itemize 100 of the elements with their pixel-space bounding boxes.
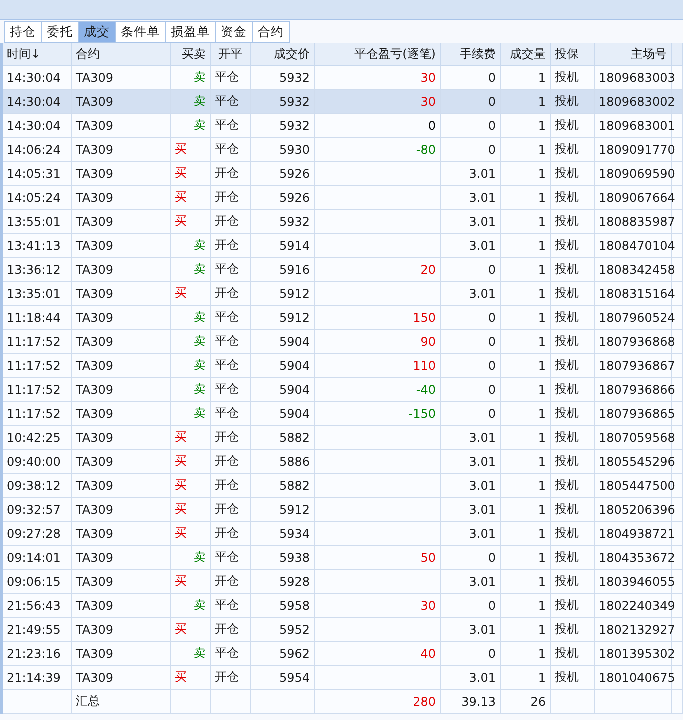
column-header[interactable]: 合约: [72, 43, 170, 66]
tab[interactable]: 条件单: [116, 21, 166, 43]
table-cell: 1: [538, 310, 546, 324]
table-cell: 0: [488, 262, 496, 276]
table-cell: 卖: [194, 646, 206, 660]
table-cell: 3.01: [469, 454, 496, 468]
table-row[interactable]: 11:18:44 TA309 卖 平仓 5912 150 0 1 投机 1807960524: [2, 306, 682, 330]
table-cell: 1: [538, 430, 546, 444]
table-cell: 开仓: [215, 430, 239, 444]
table-row[interactable]: 11:17:52 TA309 卖 平仓 5904 -40 0 1 投机 1807936866: [2, 378, 682, 402]
table-cell: 0: [488, 70, 496, 84]
table-row[interactable]: 09:27:28 TA309 买 开仓 5934 3.01 1 投机 1804938721: [2, 522, 682, 546]
table-cell: 14:30:04: [7, 70, 61, 84]
table-cell: 5904: [279, 382, 310, 396]
table-cell: 280: [413, 694, 436, 708]
table-cell: 14:06:24: [7, 142, 61, 156]
table-row[interactable]: 21:14:39 TA309 买 开仓 5954 3.01 1 投机 1801040675: [2, 666, 682, 690]
table-cell: 卖: [194, 238, 206, 252]
table-cell: 3.01: [469, 478, 496, 492]
table-row[interactable]: 11:17:52 TA309 卖 平仓 5904 -150 0 1 投机 1807936865: [2, 402, 682, 426]
table-row[interactable]: 21:49:55 TA309 买 开仓 5952 3.01 1 投机 1802132927: [2, 618, 682, 642]
table-cell: 卖: [194, 94, 206, 108]
table-row[interactable]: 13:35:01 TA309 买 开仓 5912 3.01 1 投机 1808315164: [2, 282, 682, 306]
column-header[interactable]: 投保: [550, 43, 594, 66]
table-cell: 21:56:43: [7, 598, 61, 612]
table-row[interactable]: 09:32:57 TA309 买 开仓 5912 3.01 1 投机 1805206396: [2, 498, 682, 522]
table-cell: 买: [175, 286, 187, 300]
table-cell: 30: [420, 598, 436, 612]
tab[interactable]: 合约: [253, 21, 290, 43]
column-header[interactable]: 主场号: [594, 43, 672, 66]
table-cell: 买: [175, 526, 187, 540]
table-cell: 平仓: [215, 94, 239, 108]
table-cell: 卖: [194, 358, 206, 372]
table-cell: 1: [538, 118, 546, 132]
table-cell: 1: [538, 574, 546, 588]
table-cell: 开仓: [215, 526, 239, 540]
table-cell: 投机: [555, 334, 579, 348]
table-cell: 1807936865: [599, 406, 676, 420]
tab[interactable]: 资金: [216, 21, 253, 43]
table-cell: 3.01: [469, 286, 496, 300]
table-cell: 1803946055: [599, 574, 676, 588]
table-row[interactable]: 13:41:13 TA309 卖 开仓 5914 3.01 1 投机 1808470104: [2, 234, 682, 258]
table-cell: 5932: [279, 70, 310, 84]
table-cell: 1807960524: [599, 310, 676, 324]
table-row[interactable]: 09:38:12 TA309 买 开仓 5882 3.01 1 投机 1805447500: [2, 474, 682, 498]
table-cell: 30: [420, 94, 436, 108]
table-row[interactable]: 14:06:24 TA309 买 平仓 5930 -80 0 1 投机 1809091770: [2, 138, 682, 162]
table-cell: 投机: [555, 454, 579, 468]
table-cell: 投机: [555, 262, 579, 276]
summary-label: 汇总: [76, 694, 100, 708]
table-cell: TA309: [76, 190, 114, 204]
table-row[interactable]: 11:17:52 TA309 卖 平仓 5904 90 0 1 投机 1807936868: [2, 330, 682, 354]
table-row[interactable]: 09:06:15 TA309 买 开仓 5928 3.01 1 投机 1803946055: [2, 570, 682, 594]
table-cell: 1: [538, 502, 546, 516]
table-cell: 1: [538, 142, 546, 156]
table-cell: 5914: [279, 238, 310, 252]
table-cell: 1805206396: [599, 502, 676, 516]
table-cell: 开仓: [215, 286, 239, 300]
column-header[interactable]: 时间↓: [2, 43, 72, 66]
column-header[interactable]: 成交价: [250, 43, 314, 66]
column-header[interactable]: 平仓盈亏(逐笔): [314, 43, 440, 66]
column-header[interactable]: 开平: [210, 43, 250, 66]
table-row[interactable]: 13:36:12 TA309 卖 平仓 5916 20 0 1 投机 1808342458: [2, 258, 682, 282]
table-cell: 0: [488, 382, 496, 396]
table-cell: 买: [175, 670, 187, 684]
table-row[interactable]: 14:30:04 TA309 卖 平仓 5932 30 0 1 投机 1809683003: [2, 66, 682, 90]
table-cell: 14:30:04: [7, 94, 61, 108]
table-row[interactable]: 13:55:01 TA309 买 开仓 5932 3.01 1 投机 1808835987: [2, 210, 682, 234]
column-header[interactable]: 买卖: [170, 43, 210, 66]
table-cell: TA309: [76, 214, 114, 228]
table-cell: 1809683002: [599, 94, 676, 108]
table-cell: 0: [488, 118, 496, 132]
table-row[interactable]: 09:40:00 TA309 买 开仓 5886 3.01 1 投机 1805545296: [2, 450, 682, 474]
table-cell: 卖: [194, 550, 206, 564]
column-header[interactable]: 手续费: [440, 43, 500, 66]
table-cell: 开仓: [215, 454, 239, 468]
table-cell: 1: [538, 334, 546, 348]
table-row[interactable]: 14:30:04 TA309 卖 平仓 5932 30 0 1 投机 1809683002: [2, 90, 682, 114]
table-row[interactable]: 14:05:31 TA309 买 开仓 5926 3.01 1 投机 1809069590: [2, 162, 682, 186]
table-cell: 09:32:57: [7, 502, 61, 516]
table-cell: 5938: [279, 550, 310, 564]
column-header[interactable]: 成交量: [500, 43, 550, 66]
table-row[interactable]: 21:56:43 TA309 卖 平仓 5958 30 0 1 投机 1802240349: [2, 594, 682, 618]
table-cell: 50: [420, 550, 436, 564]
tab[interactable]: 成交: [79, 21, 116, 43]
table-row[interactable]: 09:14:01 TA309 卖 平仓 5938 50 0 1 投机 1804353672: [2, 546, 682, 570]
table-cell: 40: [420, 646, 436, 660]
table-cell: 1807059568: [599, 430, 676, 444]
table-row[interactable]: 11:17:52 TA309 卖 平仓 5904 110 0 1 投机 1807936867: [2, 354, 682, 378]
table-cell: 1: [538, 478, 546, 492]
table-row[interactable]: 21:23:16 TA309 卖 平仓 5962 40 0 1 投机 1801395302: [2, 642, 682, 666]
table-cell: 买: [175, 502, 187, 516]
tab[interactable]: 持仓: [4, 21, 42, 43]
table-row[interactable]: 10:42:25 TA309 买 开仓 5882 3.01 1 投机 1807059568: [2, 426, 682, 450]
tab[interactable]: 委托: [42, 21, 79, 43]
table-cell: 1: [538, 454, 546, 468]
table-row[interactable]: 14:05:24 TA309 买 开仓 5926 3.01 1 投机 1809067664: [2, 186, 682, 210]
table-row[interactable]: 14:30:04 TA309 卖 平仓 5932 0 0 1 投机 1809683001: [2, 114, 682, 138]
table-cell: 5952: [279, 622, 310, 636]
tab[interactable]: 损盈单: [166, 21, 216, 43]
